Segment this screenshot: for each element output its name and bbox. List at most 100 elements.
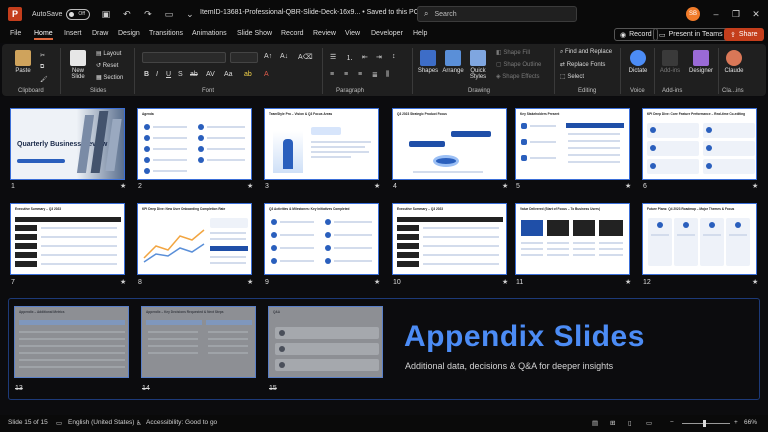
- increase-indent-icon[interactable]: ⇥: [376, 53, 382, 61]
- close-icon[interactable]: ✕: [750, 8, 762, 20]
- tab-file[interactable]: File: [10, 30, 21, 37]
- tab-transitions[interactable]: Transitions: [149, 30, 183, 37]
- tab-design[interactable]: Design: [118, 30, 140, 37]
- reading-view-icon[interactable]: ▯: [628, 419, 632, 427]
- font-color-icon[interactable]: A: [264, 71, 269, 78]
- shapes-button[interactable]: Shapes: [416, 50, 440, 74]
- slide-thumbnail[interactable]: Agenda: [137, 108, 252, 180]
- record-button[interactable]: ◉ Record: [614, 28, 658, 41]
- tab-draw[interactable]: Draw: [92, 30, 108, 37]
- clear-format-icon[interactable]: A⌫: [298, 53, 313, 61]
- slide-thumbnail[interactable]: Appendix – Key Decisions Requested & Nex…: [141, 306, 256, 378]
- zoom-slider[interactable]: [682, 423, 730, 424]
- dictate-button[interactable]: Dictate: [624, 50, 652, 74]
- numbering-icon[interactable]: ⒈: [346, 53, 353, 63]
- start-slideshow-icon[interactable]: ▭: [163, 9, 174, 20]
- paste-button[interactable]: Paste: [10, 50, 36, 74]
- tab-view[interactable]: View: [345, 30, 360, 37]
- font-name-select[interactable]: [142, 52, 226, 63]
- slide-thumbnail[interactable]: Executive Summary – Q3 2023: [10, 203, 125, 275]
- qat-customize-icon[interactable]: ⌄: [184, 9, 195, 20]
- align-center-icon[interactable]: ≡: [344, 71, 348, 78]
- font-size-select[interactable]: [230, 52, 258, 63]
- restore-icon[interactable]: ❐: [730, 8, 742, 20]
- arrange-button[interactable]: Arrange: [440, 50, 466, 74]
- slide-thumbnail[interactable]: Value Delivered (Start of Focus – To Bus…: [515, 203, 630, 275]
- underline-icon[interactable]: U: [166, 71, 171, 78]
- decrease-indent-icon[interactable]: ⇤: [362, 53, 368, 61]
- slide-thumbnail[interactable]: Q3 2023 Strategic Product Focus: [392, 108, 507, 180]
- bold-icon[interactable]: B: [144, 71, 149, 78]
- slide-thumbnail[interactable]: Key Stakeholders Present: [515, 108, 630, 180]
- char-spacing-icon[interactable]: AV: [206, 71, 215, 78]
- slide-thumbnail[interactable]: KPI Deep Dive: Core Feature Performance …: [642, 108, 757, 180]
- zoom-in-icon[interactable]: +: [734, 419, 738, 426]
- cut-icon[interactable]: ✂: [40, 52, 45, 59]
- slide-thumbnail[interactable]: Q&A: [268, 306, 383, 378]
- slide-thumbnail[interactable]: Executive Summary – Q3 2023: [392, 203, 507, 275]
- autosave-toggle[interactable]: Off: [66, 8, 91, 20]
- tab-developer[interactable]: Developer: [371, 30, 403, 37]
- accessibility-icon[interactable]: ♿: [136, 419, 142, 427]
- select-button[interactable]: ⬚ Select: [560, 73, 584, 80]
- claude-button[interactable]: Claude: [720, 50, 748, 74]
- redo-icon[interactable]: ↷: [142, 9, 153, 20]
- zoom-slider-thumb[interactable]: [703, 420, 706, 427]
- highlight-icon[interactable]: ab: [244, 71, 252, 78]
- save-icon[interactable]: ▣: [100, 9, 111, 20]
- quick-styles-button[interactable]: Quick Styles: [466, 50, 490, 80]
- present-in-teams-button[interactable]: ▭ Present in Teams: [653, 28, 729, 41]
- layout-button[interactable]: ▤ Layout: [96, 50, 121, 57]
- designer-button[interactable]: Designer: [686, 50, 716, 74]
- section-button[interactable]: ▦ Section: [96, 74, 123, 81]
- addins-button[interactable]: Add-ins: [656, 50, 684, 74]
- justify-icon[interactable]: ≣: [372, 71, 378, 79]
- tab-slide-show[interactable]: Slide Show: [237, 30, 272, 37]
- normal-view-icon[interactable]: ▤: [592, 419, 598, 427]
- language[interactable]: English (United States): [68, 419, 134, 426]
- tab-help[interactable]: Help: [413, 30, 427, 37]
- strikethrough-icon[interactable]: ab: [190, 71, 198, 78]
- avatar[interactable]: SB: [686, 7, 700, 21]
- copy-icon[interactable]: ⧉: [40, 64, 44, 71]
- slide-thumbnail[interactable]: TeamStyle Pro – Vision & Q3 Focus Areas: [264, 108, 379, 180]
- undo-icon[interactable]: ↶: [121, 9, 132, 20]
- tab-review[interactable]: Review: [313, 30, 336, 37]
- align-right-icon[interactable]: ≡: [358, 71, 362, 78]
- shadow-icon[interactable]: S: [178, 71, 183, 78]
- italic-icon[interactable]: I: [156, 71, 158, 78]
- shrink-font-icon[interactable]: A↓: [280, 53, 288, 60]
- shape-fill-button[interactable]: ◧ Shape Fill: [496, 49, 530, 56]
- tab-animations[interactable]: Animations: [192, 30, 227, 37]
- bullets-icon[interactable]: ☰: [330, 53, 336, 61]
- find-replace-button[interactable]: ⌕ Find and Replace: [560, 49, 612, 56]
- new-slide-button[interactable]: New Slide: [66, 50, 90, 80]
- line-spacing-icon[interactable]: ↕: [392, 53, 396, 60]
- slideshow-view-icon[interactable]: ▭: [646, 419, 652, 427]
- slide-thumbnail[interactable]: Future Plans: Q4 2023 Roadmap – Major Th…: [642, 203, 757, 275]
- change-case-icon[interactable]: Aa: [224, 71, 233, 78]
- share-button[interactable]: ⇪ Share: [724, 28, 764, 41]
- zoom-level[interactable]: 66%: [744, 419, 757, 426]
- tab-insert[interactable]: Insert: [64, 30, 82, 37]
- tab-home[interactable]: Home: [34, 30, 53, 40]
- shape-effects-button[interactable]: ◈ Shape Effects: [496, 73, 540, 80]
- document-title[interactable]: ItemID-13681-Professional-QBR-Slide-Deck…: [200, 9, 419, 16]
- search-box[interactable]: ⌕ Search: [417, 6, 577, 22]
- slide-thumbnail[interactable]: Quarterly Business Review: [10, 108, 125, 180]
- reset-button[interactable]: ↺ Reset: [96, 62, 118, 69]
- slide-thumbnail[interactable]: Appendix – Additional Metrics: [14, 306, 129, 378]
- shape-outline-button[interactable]: ▢ Shape Outline: [496, 61, 541, 68]
- minimize-icon[interactable]: –: [710, 8, 722, 20]
- proofing-icon[interactable]: ▭: [56, 419, 62, 427]
- accessibility-status[interactable]: Accessibility: Good to go: [146, 419, 217, 426]
- format-painter-icon[interactable]: 🖌: [40, 76, 48, 83]
- replace-fonts-button[interactable]: ⇄ Replace Fonts: [560, 61, 605, 68]
- columns-icon[interactable]: ⫼: [386, 71, 389, 79]
- align-left-icon[interactable]: ≡: [330, 71, 334, 78]
- grow-font-icon[interactable]: A↑: [264, 53, 272, 60]
- slide-thumbnail[interactable]: Q3 Activities & Milestones: Key Initiati…: [264, 203, 379, 275]
- zoom-out-icon[interactable]: −: [670, 419, 674, 426]
- tab-record[interactable]: Record: [281, 30, 304, 37]
- slide-sorter-view-icon[interactable]: ⊞: [610, 419, 615, 427]
